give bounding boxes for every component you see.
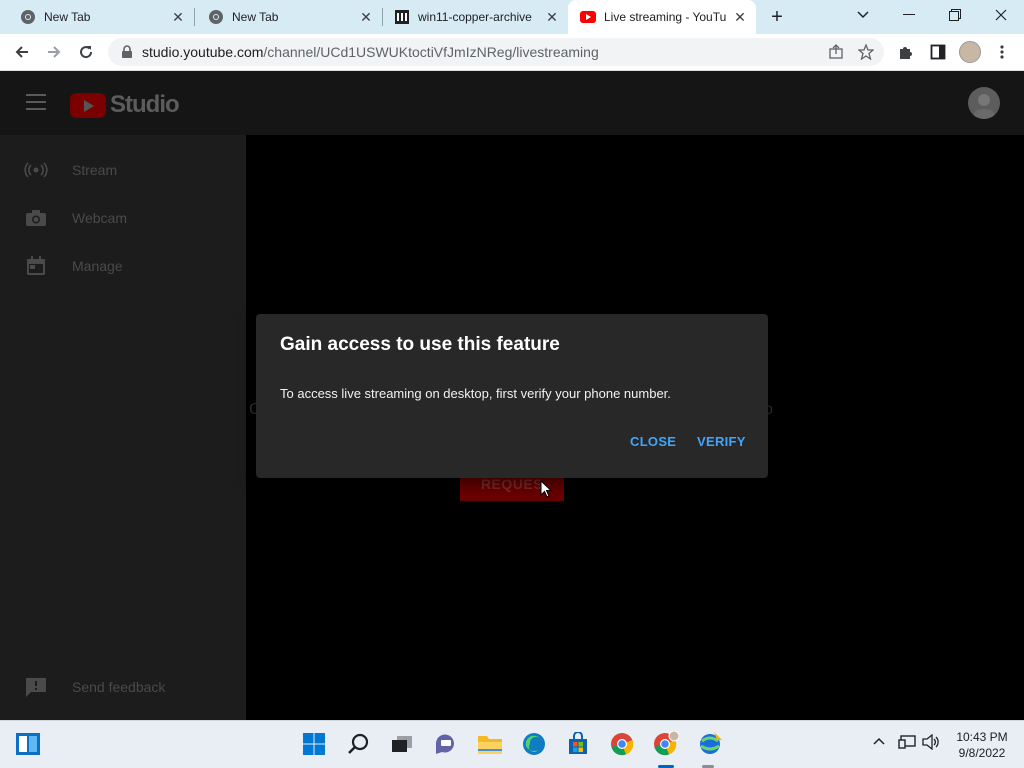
sidebar-item-label: Stream bbox=[72, 162, 118, 178]
tab-new-tab-2[interactable]: New Tab ✕ bbox=[188, 0, 382, 34]
feedback-icon bbox=[24, 675, 48, 699]
gain-access-dialog: Gain access to use this feature To acces… bbox=[256, 314, 768, 478]
extensions-puzzle-icon[interactable] bbox=[892, 38, 920, 66]
tab-title: win11-copper-archive bbox=[418, 10, 532, 24]
sidebar-item-webcam[interactable]: Webcam bbox=[0, 198, 246, 238]
file-explorer-icon[interactable] bbox=[477, 731, 503, 757]
show-hidden-icons-chevron-icon[interactable] bbox=[872, 734, 886, 751]
close-tab-icon[interactable]: ✕ bbox=[358, 9, 374, 25]
chrome-icon[interactable] bbox=[609, 731, 635, 757]
studio-logo-text: Studio bbox=[110, 91, 180, 118]
new-tab-button[interactable]: + bbox=[766, 6, 788, 28]
camera-icon bbox=[24, 206, 48, 230]
sidebar-item-label: Manage bbox=[72, 258, 123, 274]
close-button[interactable]: CLOSE bbox=[630, 434, 676, 449]
account-avatar[interactable] bbox=[968, 87, 1000, 119]
back-button[interactable] bbox=[8, 38, 36, 66]
start-windows-icon[interactable] bbox=[301, 731, 327, 757]
tab-strip: New Tab ✕ New Tab ✕ win11-copper-archive… bbox=[0, 0, 1024, 34]
close-window-button[interactable] bbox=[978, 0, 1024, 30]
network-icon[interactable] bbox=[898, 734, 916, 753]
share-icon[interactable] bbox=[828, 44, 844, 60]
url-path: /channel/UCd1USWUKtoctiVfJmIzNReg/livest… bbox=[263, 44, 599, 60]
clock-date: 9/8/2022 bbox=[958, 746, 1006, 760]
dialog-title: Gain access to use this feature bbox=[280, 334, 560, 355]
network-globe-app-icon[interactable] bbox=[697, 731, 723, 757]
chrome-menu-kebab-icon[interactable] bbox=[988, 38, 1016, 66]
url-domain: studio.youtube.com bbox=[142, 44, 264, 60]
sidebar-item-label: Send feedback bbox=[72, 679, 166, 695]
sidebar: Stream Webcam Manage Send feedback bbox=[0, 135, 246, 720]
chrome-icon bbox=[20, 9, 36, 25]
windows-taskbar: 10:43 PM 9/8/2022 bbox=[0, 720, 1024, 768]
microsoft-store-icon[interactable] bbox=[565, 731, 591, 757]
close-tab-icon[interactable]: ✕ bbox=[544, 9, 560, 25]
studio-header: Studio bbox=[0, 71, 1024, 135]
sidebar-item-stream[interactable]: Stream bbox=[0, 150, 246, 190]
forward-button[interactable] bbox=[40, 38, 68, 66]
volume-icon[interactable] bbox=[922, 733, 940, 753]
chrome-profile-icon[interactable] bbox=[653, 731, 679, 757]
chat-icon[interactable] bbox=[433, 731, 459, 757]
profile-avatar[interactable] bbox=[956, 38, 984, 66]
close-tab-icon[interactable]: ✕ bbox=[732, 9, 748, 25]
side-panel-icon[interactable] bbox=[924, 38, 952, 66]
tab-title: New Tab bbox=[44, 10, 91, 24]
url-text[interactable]: studio.youtube.com/channel/UCd1USWUKtoct… bbox=[142, 44, 599, 60]
tab-new-tab-1[interactable]: New Tab ✕ bbox=[0, 0, 194, 34]
verify-button[interactable]: VERIFY bbox=[697, 434, 746, 449]
send-feedback-button[interactable]: Send feedback bbox=[0, 667, 246, 707]
tab-live-streaming[interactable]: Live streaming - YouTu ✕ bbox=[568, 0, 756, 34]
tab-title: Live streaming - YouTu bbox=[604, 10, 726, 24]
address-bar[interactable]: studio.youtube.com/channel/UCd1USWUKtoct… bbox=[108, 38, 884, 66]
broadcast-icon bbox=[24, 158, 48, 182]
minimize-button[interactable] bbox=[886, 0, 932, 30]
restore-button[interactable] bbox=[932, 0, 978, 30]
search-icon[interactable] bbox=[346, 731, 372, 757]
bookmark-star-icon[interactable] bbox=[858, 44, 874, 60]
dialog-body: To access live streaming on desktop, fir… bbox=[280, 386, 671, 401]
edge-icon[interactable] bbox=[521, 731, 547, 757]
calendar-icon bbox=[24, 254, 48, 278]
task-view-icon[interactable] bbox=[389, 731, 415, 757]
studio-logo[interactable]: Studio bbox=[70, 91, 180, 119]
clock-time: 10:43 PM bbox=[956, 730, 1008, 744]
close-tab-icon[interactable]: ✕ bbox=[170, 9, 186, 25]
youtube-icon bbox=[580, 9, 596, 25]
mouse-cursor-icon bbox=[540, 480, 552, 498]
sidebar-item-manage[interactable]: Manage bbox=[0, 246, 246, 286]
browser-toolbar: studio.youtube.com/channel/UCd1USWUKtoct… bbox=[0, 34, 1024, 71]
chrome-icon bbox=[208, 9, 224, 25]
tab-search-chevron-icon[interactable] bbox=[840, 0, 886, 30]
avatar bbox=[959, 41, 981, 63]
widgets-icon[interactable] bbox=[15, 731, 41, 757]
reload-button[interactable] bbox=[72, 38, 100, 66]
archive-icon bbox=[394, 9, 410, 25]
tab-title: New Tab bbox=[232, 10, 279, 24]
lock-icon[interactable] bbox=[120, 45, 134, 59]
taskbar-clock[interactable]: 10:43 PM 9/8/2022 bbox=[952, 729, 1012, 761]
youtube-play-icon bbox=[70, 92, 106, 118]
hamburger-menu-icon[interactable] bbox=[26, 94, 46, 110]
tab-archive[interactable]: win11-copper-archive ✕ bbox=[374, 0, 568, 34]
sidebar-item-label: Webcam bbox=[72, 210, 127, 226]
